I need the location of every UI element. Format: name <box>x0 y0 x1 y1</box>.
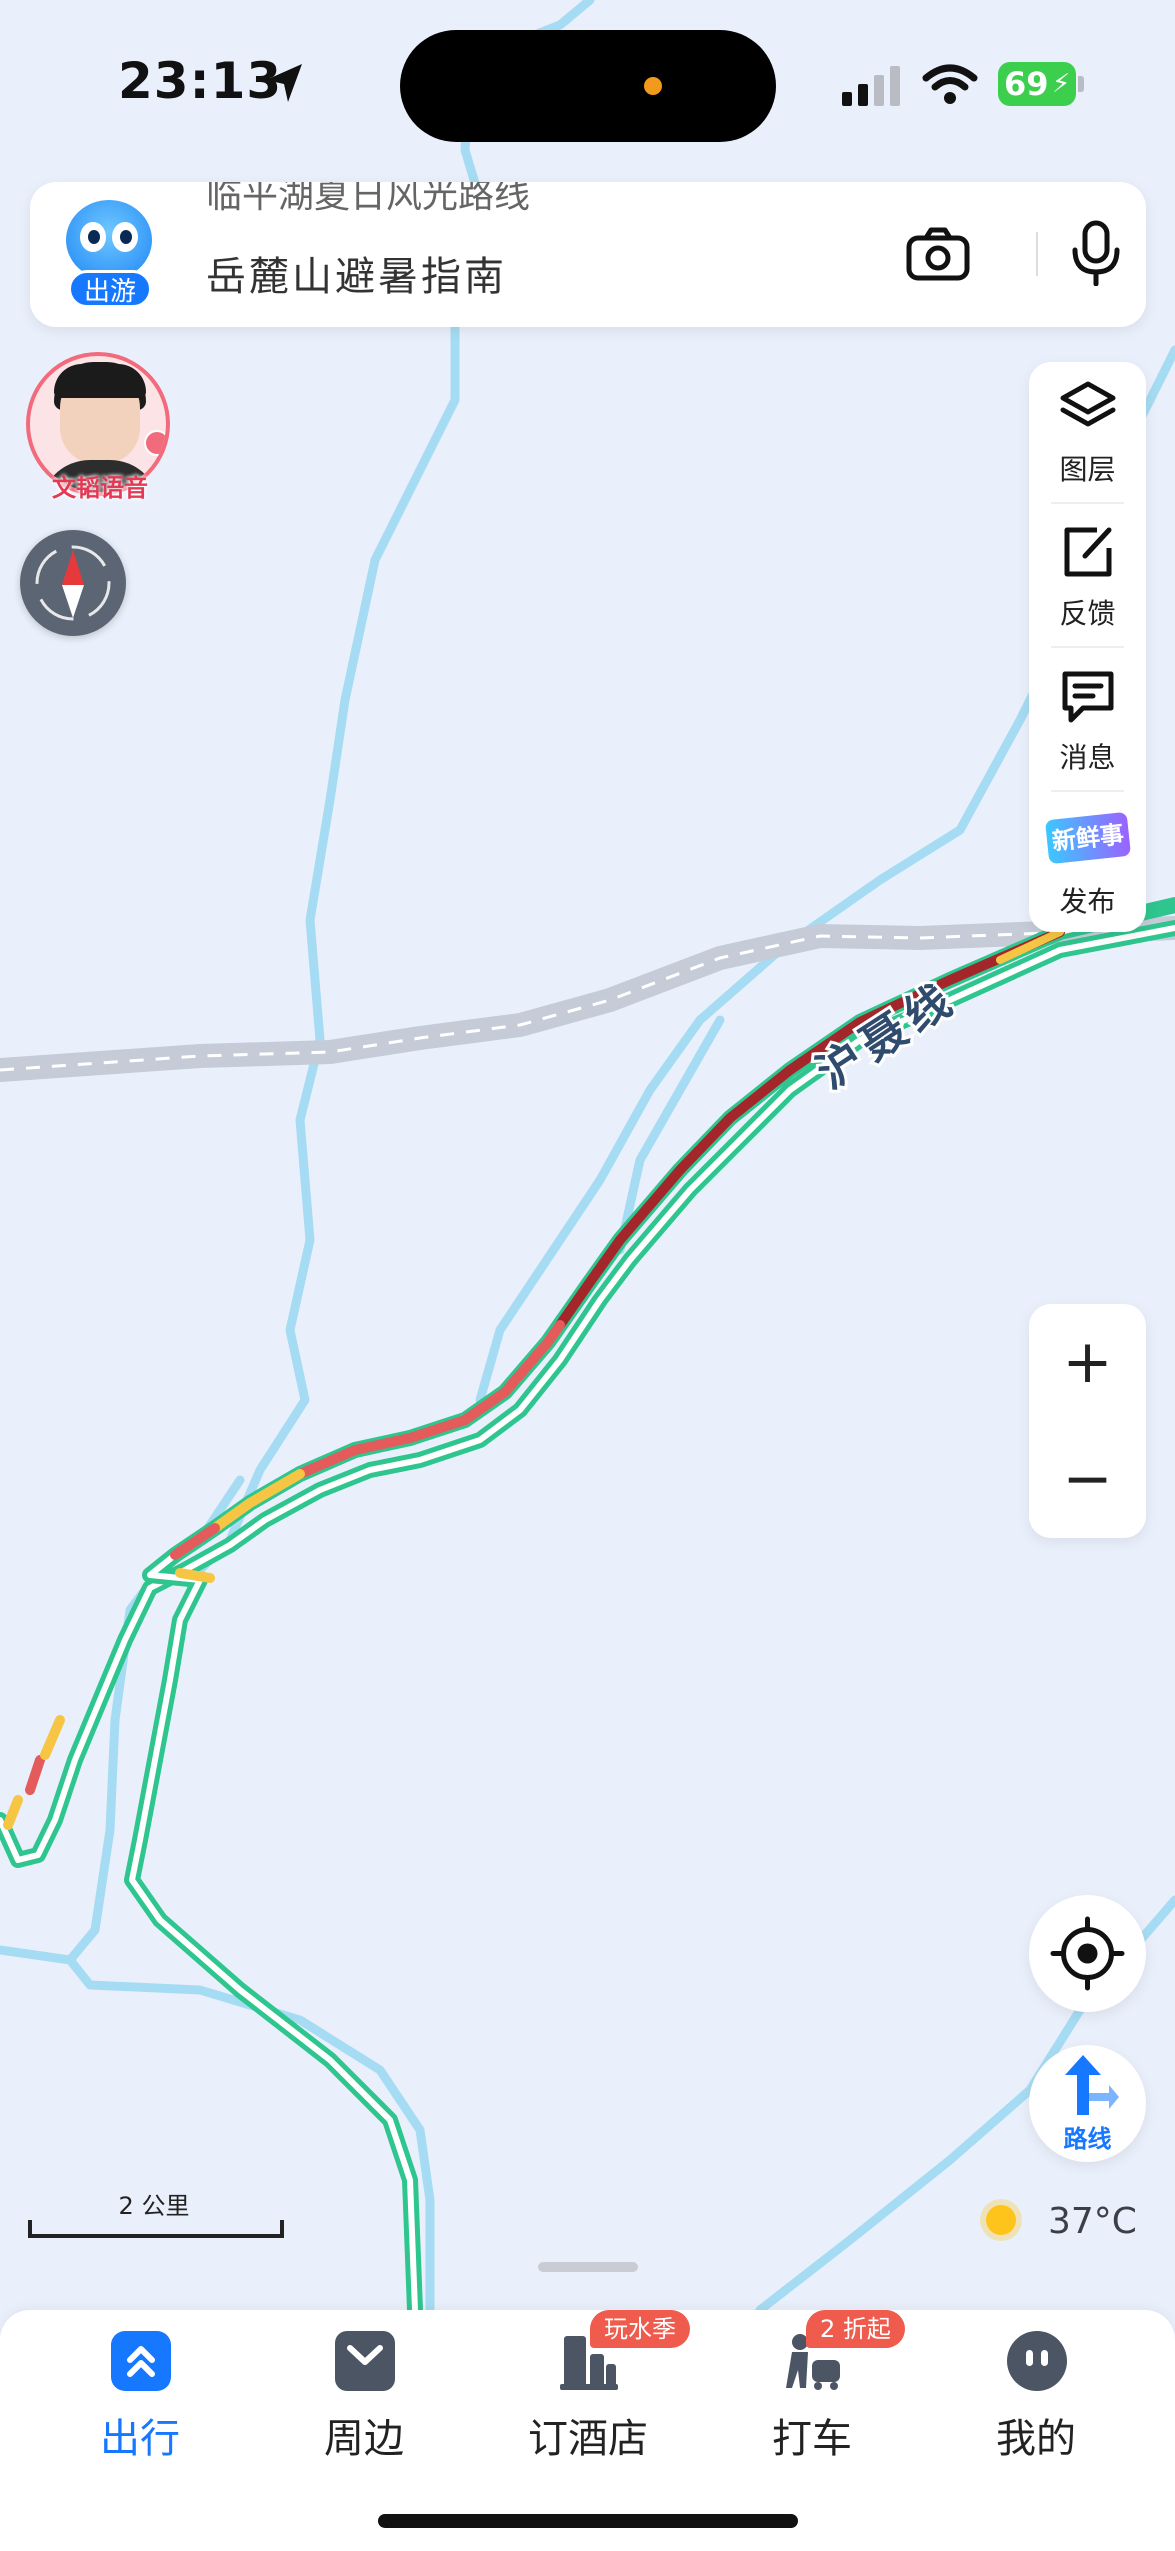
tool-divider <box>1051 502 1124 504</box>
tool-layers[interactable]: 图层 <box>1029 362 1146 502</box>
compass-button[interactable] <box>20 530 126 636</box>
locate-me-button[interactable] <box>1029 1895 1146 2012</box>
tab-travel[interactable]: 出行 <box>30 2310 250 2510</box>
tool-feedback[interactable]: 反馈 <box>1029 506 1146 646</box>
voice-pack-label: 文韬语音 <box>52 474 148 502</box>
route-arrow-icon <box>1065 2055 1119 2115</box>
promo-badge: 玩水季 <box>590 2310 690 2348</box>
avatar-fringe <box>54 364 146 398</box>
battery-level: 69 <box>1004 65 1049 103</box>
profile-icon <box>1007 2331 1067 2391</box>
tool-publish[interactable]: 新鲜事 发布 <box>1029 794 1146 934</box>
mascot-badge: 出游 <box>68 270 152 308</box>
tool-label: 发布 <box>1059 885 1116 918</box>
sun-icon <box>986 2205 1016 2235</box>
tab-label: 周边 <box>324 2416 404 2462</box>
new-story-icon: 新鲜事 <box>1044 811 1132 865</box>
route-label: 路线 <box>1063 2125 1112 2153</box>
home-indicator <box>378 2514 798 2528</box>
zoom-in-button[interactable]: + <box>1029 1304 1146 1421</box>
scale-bar <box>28 2220 284 2238</box>
tab-nearby[interactable]: 周边 <box>254 2310 474 2510</box>
wifi-icon <box>922 64 978 104</box>
tool-divider <box>1051 790 1124 792</box>
tab-label: 我的 <box>996 2416 1076 2462</box>
tool-label: 反馈 <box>1059 597 1116 630</box>
zoom-out-button[interactable]: − <box>1029 1421 1146 1538</box>
mascot-icon[interactable] <box>66 200 152 280</box>
map-scale: 2 公里 <box>28 2186 284 2246</box>
camera-icon[interactable] <box>906 226 970 282</box>
tab-hotel[interactable]: 订酒店 玩水季 <box>478 2310 698 2510</box>
privacy-indicator <box>644 77 662 95</box>
promo-badge: 2 折起 <box>806 2310 905 2348</box>
map-tools-panel: 图层 反馈 消息 新鲜事 发布 <box>1029 362 1146 932</box>
tab-label: 打车 <box>772 2416 852 2462</box>
battery-indicator: 69 ⚡ <box>998 62 1076 106</box>
map-canvas[interactable]: 沪聂线 <box>0 0 1175 2551</box>
search-bar[interactable]: 出游 临平湖夏日风光路线 岳麓山避暑指南 <box>30 182 1146 327</box>
status-time: 23:13 <box>118 52 283 110</box>
tool-label: 消息 <box>1059 741 1116 774</box>
weather-widget[interactable]: 37°C <box>980 2197 1150 2257</box>
sheet-drag-handle[interactable] <box>538 2262 638 2272</box>
message-icon <box>1062 671 1114 723</box>
status-bar: 23:13 69 ⚡ <box>0 0 1175 170</box>
tab-label: 出行 <box>100 2416 180 2462</box>
crosshair-icon <box>1050 1916 1125 1991</box>
search-hint[interactable]: 岳麓山避暑指南 <box>206 244 507 302</box>
tool-messages[interactable]: 消息 <box>1029 650 1146 790</box>
tab-label: 订酒店 <box>528 2416 648 2462</box>
location-arrow-icon <box>266 64 302 102</box>
tab-profile[interactable]: 我的 <box>926 2310 1146 2510</box>
charging-bolt-icon: ⚡ <box>1052 69 1071 99</box>
tool-label: 图层 <box>1059 453 1116 486</box>
temperature: 37°C <box>1048 2201 1137 2242</box>
dynamic-island <box>400 30 776 142</box>
feedback-icon <box>1064 527 1112 577</box>
microphone-icon[interactable] <box>1070 220 1122 286</box>
nearby-icon <box>335 2331 395 2391</box>
tool-divider <box>1051 646 1124 648</box>
compass-icon <box>35 545 111 621</box>
scale-label: 2 公里 <box>118 2192 190 2220</box>
mascot-eye <box>80 222 106 252</box>
battery-cap <box>1078 76 1084 92</box>
tab-taxi[interactable]: 打车 2 折起 <box>702 2310 922 2510</box>
signal-icon <box>842 66 900 106</box>
route-button[interactable]: 路线 <box>1029 2045 1146 2162</box>
search-divider <box>1036 232 1038 276</box>
mascot-eye <box>112 222 138 252</box>
layers-icon <box>1060 381 1116 427</box>
zoom-control: + − <box>1029 1304 1146 1538</box>
travel-icon <box>111 2331 171 2391</box>
search-hint-previous: 临平湖夏日风光路线 <box>206 182 531 216</box>
